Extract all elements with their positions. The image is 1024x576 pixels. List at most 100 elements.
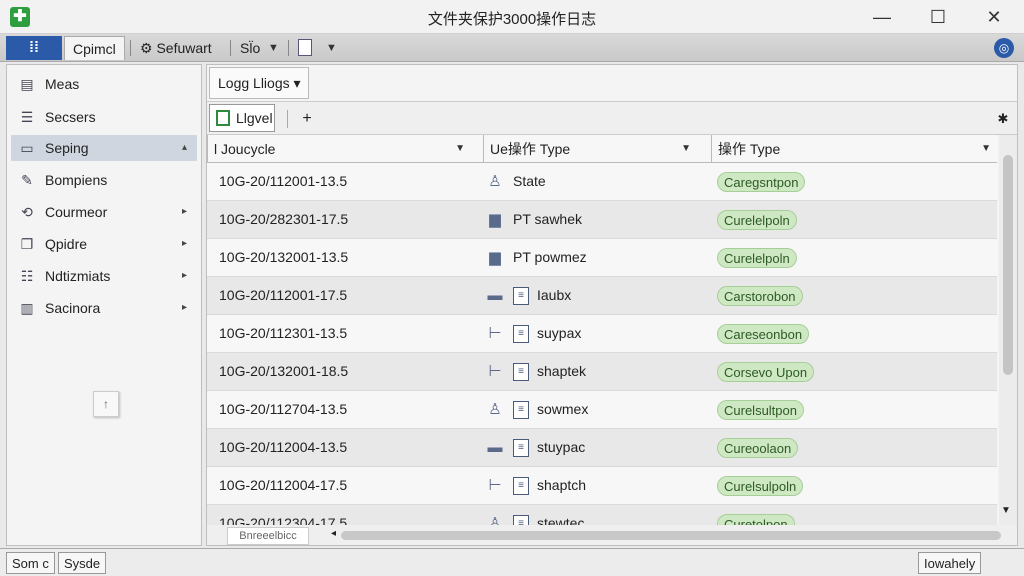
panel-icon: ▭ (20, 140, 34, 156)
scroll-thumb[interactable] (1003, 155, 1013, 375)
row-name: Iaubx (537, 287, 572, 303)
pin-icon[interactable]: ✱ (993, 108, 1013, 130)
status-left-2: Sysde (58, 552, 107, 574)
sidebar-item-label: Seping (45, 140, 89, 156)
minimize-button[interactable]: — (862, 4, 902, 30)
toolbar-divider (230, 40, 231, 56)
wrench-icon: ✎ (21, 172, 33, 188)
status-badge: Curelelpoln (717, 248, 797, 268)
expand-arrow-icon[interactable]: ▸ (182, 199, 187, 225)
table-row[interactable]: 10G-20/282301-17.5 ▆ PT sawhek Curelelpoln (207, 201, 997, 239)
list-icon: ☰ (20, 109, 34, 125)
sidebar-item-secsers[interactable]: ☰ Secsers (11, 104, 197, 130)
scroll-up-button[interactable]: ↑ (93, 391, 119, 417)
horizontal-scroll-tab[interactable]: Bnreeelbicc (227, 527, 309, 545)
status-left-1: Som c (6, 552, 55, 574)
row-date: 10G-20/112001-17.5 (219, 287, 348, 303)
logs-dropdown[interactable]: Logg Lliogs ▾ (209, 67, 309, 99)
chevron-down-icon[interactable]: ▼ (326, 36, 337, 60)
table-row[interactable]: 10G-20/132001-13.5 ▆ PT powmez Curelelpoln (207, 239, 997, 277)
column-header-lifecycle[interactable]: l Joucycle ▼ (207, 135, 471, 163)
column-label: 操作 Type (718, 141, 781, 157)
row-name: stuypac (537, 439, 586, 455)
row-date: 10G-20/282301-17.5 (219, 211, 349, 227)
row-name: shaptek (537, 363, 587, 379)
folder-icon: ▆ (489, 249, 501, 266)
row-name: shaptch (537, 477, 587, 493)
stack-icon: ☷ (20, 268, 34, 284)
table-row[interactable]: 10G-20/132001-18.5 ⊢ ≡ shaptek Corsevo Upon (207, 353, 997, 391)
tab-cpimcl[interactable]: Cpimcl (64, 36, 125, 60)
toolbar-divider (288, 40, 289, 56)
status-badge: Curelsultpon (717, 400, 804, 420)
maximize-button[interactable]: ☐ (918, 4, 958, 30)
table-row[interactable]: 10G-20/112704-13.5 ♙ ≡ sowmex Curelsultpon (207, 391, 997, 429)
expand-arrow-icon[interactable]: ▸ (182, 263, 187, 289)
filter-divider (287, 110, 288, 128)
document-icon: ≡ (513, 439, 529, 457)
row-name: suypax (537, 325, 582, 341)
document-icon: ▤ (20, 76, 34, 92)
chevron-down-icon[interactable]: ▼ (981, 135, 991, 163)
horizontal-scroll-thumb[interactable] (341, 531, 1001, 540)
sidebar-item-bompiens[interactable]: ✎ Bompiens (11, 167, 197, 193)
scroll-down-icon[interactable]: ▼ (1001, 505, 1011, 516)
main-panel: Logg Lliogs ▾ Llgvel + ✱ l Joucycle ▼ Ue… (206, 64, 1018, 546)
sidebar-item-label: Qpidre (45, 236, 88, 252)
chevron-down-icon[interactable]: ▼ (455, 135, 465, 163)
expand-arrow-icon[interactable]: ▸ (182, 231, 187, 257)
sidebar-item-sacinora[interactable]: ▥ Sacinora ▸ (11, 295, 197, 321)
table-row[interactable]: 10G-20/112001-17.5 ▬ ≡ Iaubx Carstorobon (207, 277, 997, 315)
collapse-arrow-icon[interactable]: ▴ (182, 135, 187, 161)
add-icon[interactable]: + (297, 106, 317, 132)
user-icon: ♙ (488, 401, 502, 418)
sidebar-item-seping[interactable]: ▭ Seping ▴ (11, 135, 197, 161)
tree-icon: ⊢ (488, 363, 502, 380)
chevron-down-icon[interactable]: ▼ (681, 135, 691, 163)
column-header-type[interactable]: Ue操作 Type ▼ (483, 135, 697, 163)
document-icon[interactable] (298, 39, 312, 56)
sidebar-item-courmeor[interactable]: ⟲ Courmeor ▸ (11, 199, 197, 225)
gear-icon: ⚙ (140, 40, 153, 56)
row-date: 10G-20/112004-13.5 (219, 439, 348, 455)
row-date: 10G-20/112704-13.5 (219, 401, 348, 417)
scroll-left-icon[interactable]: ◂ (331, 528, 336, 539)
row-name: sowmex (537, 401, 589, 417)
tab-sefuwart[interactable]: ⚙ Sefuwart (132, 36, 220, 60)
row-date: 10G-20/112001-13.5 (219, 173, 348, 189)
sidebar-item-ndtizmiats[interactable]: ☷ Ndtizmiats ▸ (11, 263, 197, 289)
sidebar-item-label: Sacinora (45, 300, 101, 316)
status-badge: Curelsulpoln (717, 476, 804, 496)
document-icon: ≡ (513, 287, 529, 305)
table-row[interactable]: 10G-20/112004-17.5 ⊢ ≡ shaptch Curelsulpoln (207, 467, 997, 505)
filter-bar: Llgvel + ✱ (207, 101, 1017, 135)
vertical-scrollbar[interactable]: ▼ (999, 135, 1017, 525)
folder-icon: ▆ (489, 211, 501, 228)
globe-icon[interactable]: ◎ (994, 38, 1014, 58)
close-button[interactable]: ✕ (974, 4, 1014, 30)
chevron-down-icon[interactable]: ▼ (268, 36, 279, 60)
expand-arrow-icon[interactable]: ▸ (182, 295, 187, 321)
table-row[interactable]: 10G-20/112301-13.5 ⊢ ≡ suypax Careseonbon (207, 315, 997, 353)
level-label: Llgvel (236, 110, 273, 126)
level-button[interactable]: Llgvel (209, 104, 275, 132)
tree-icon: ⊢ (488, 477, 502, 494)
tab-slo[interactable]: Sl̈o (232, 36, 268, 60)
table-row[interactable]: 10G-20/112001-13.5 ♙ State Caregsntpon (207, 163, 997, 201)
row-date: 10G-20/132001-18.5 (219, 363, 349, 379)
horizontal-scrollbar[interactable]: Bnreeelbicc ◂ (207, 525, 1017, 545)
toolbar-divider (130, 40, 131, 56)
document-icon: ≡ (513, 477, 529, 495)
table-header: l Joucycle ▼ Ue操作 Type ▼ 操作 Type ▼ (207, 135, 997, 163)
apps-grid-button[interactable]: ⁞⁞ (6, 36, 62, 60)
user-icon: ♙ (488, 173, 502, 190)
sidebar-item-label: Meas (45, 76, 80, 92)
row-name: PT powmez (513, 249, 587, 265)
sidebar-item-label: Courmeor (45, 204, 108, 220)
sidebar-item-meas[interactable]: ▤ Meas (11, 71, 197, 97)
column-header-op-type[interactable]: 操作 Type ▼ (711, 135, 997, 163)
table-row[interactable]: 10G-20/112004-13.5 ▬ ≡ stuypac Cureoolaon (207, 429, 997, 467)
sidebar-item-qpidre[interactable]: ❐ Qpidre ▸ (11, 231, 197, 257)
tab-sefuwart-label: Sefuwart (156, 40, 212, 56)
document-icon: ≡ (513, 401, 529, 419)
